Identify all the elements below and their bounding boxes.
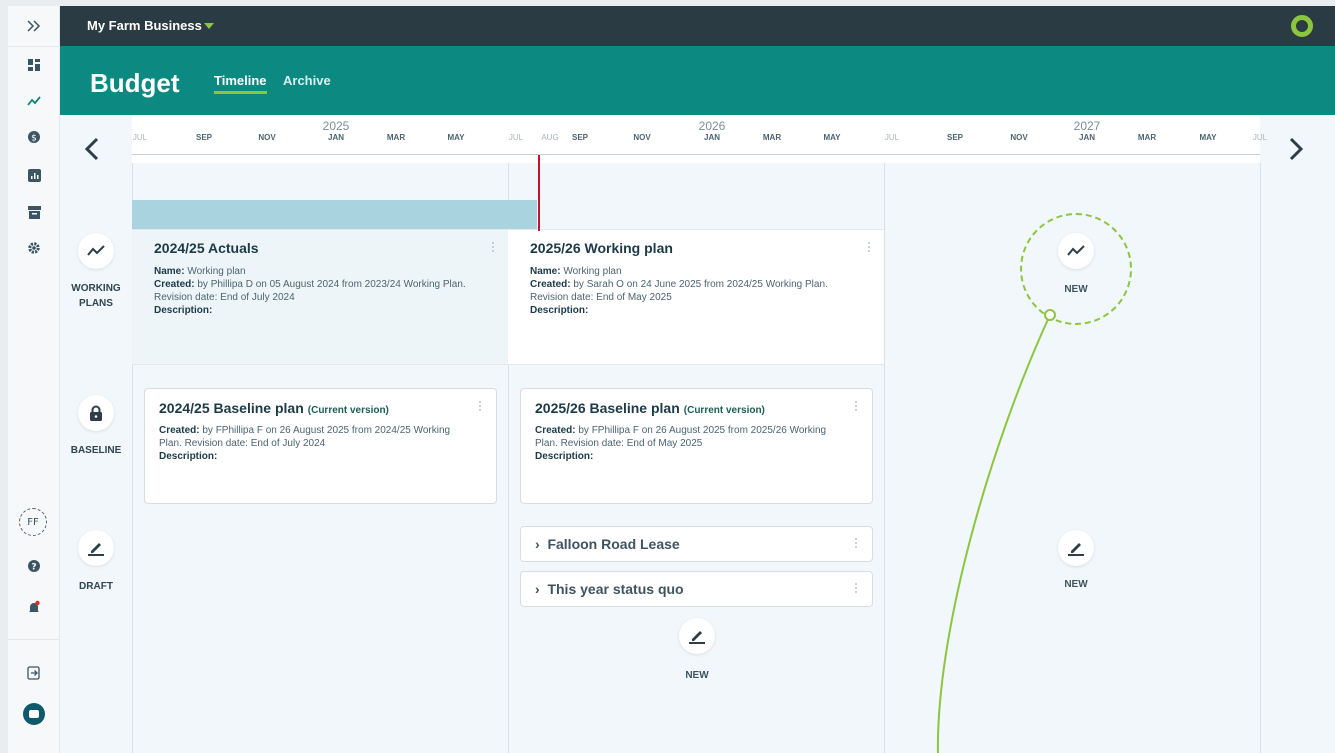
new-draft-button[interactable] <box>1058 530 1094 566</box>
brand-logo-icon <box>1291 15 1313 37</box>
new-working-plan-button[interactable] <box>1058 233 1094 269</box>
month-label: NOV <box>258 133 276 142</box>
kebab-menu-icon[interactable] <box>868 242 872 252</box>
actuals-period-bar <box>132 200 537 229</box>
month-label: MAY <box>1199 133 1217 142</box>
draft-label: › This year status quo <box>535 581 684 597</box>
draft-label: › Falloon Road Lease <box>535 536 680 552</box>
card-details: Created: by FPhillipa F on 26 August 202… <box>535 425 827 462</box>
month-label: MAR <box>1137 133 1157 142</box>
draft-item-falloon-road-lease[interactable]: › Falloon Road Lease <box>520 526 873 562</box>
month-label: AUG <box>541 133 559 142</box>
card-baseline-2425[interactable]: 2024/25 Baseline plan (Current version) C… <box>144 388 497 504</box>
gear-icon[interactable] <box>20 234 48 262</box>
dashboard-icon[interactable] <box>20 51 48 79</box>
card-title: 2024/25 Baseline plan (Current version) <box>159 400 389 416</box>
pencil-icon <box>78 530 114 566</box>
trend-icon[interactable] <box>20 87 48 115</box>
column-divider <box>1260 163 1261 753</box>
year-label: 2025 <box>322 119 350 133</box>
month-label: JUL <box>508 133 524 142</box>
month-label: JAN <box>1078 133 1096 142</box>
row-label-draft: DRAFT <box>79 581 113 592</box>
card-title: 2024/25 Actuals <box>154 240 259 256</box>
year-label: 2026 <box>698 119 726 133</box>
card-actuals[interactable]: 2024/25 Actuals Name: Working plan Creat… <box>132 229 508 365</box>
sidebar-divider <box>8 46 60 47</box>
card-details: Created: by FPhillipa F on 26 August 202… <box>159 425 451 462</box>
card-baseline-2526[interactable]: 2025/26 Baseline plan (Current version) C… <box>520 388 873 504</box>
month-label: SEP <box>571 133 589 142</box>
today-marker <box>538 155 540 231</box>
new-label: NEW <box>685 670 709 681</box>
lock-icon <box>78 395 114 431</box>
month-label: JAN <box>327 133 345 142</box>
bar-chart-icon[interactable] <box>20 161 48 189</box>
year-label: 2027 <box>1073 119 1101 133</box>
page-title: Budget <box>90 68 180 98</box>
month-label: SEP <box>195 133 213 142</box>
chat-icon[interactable] <box>23 703 45 725</box>
page-header: Budget Timeline Archive <box>60 46 1335 115</box>
kebab-menu-icon[interactable] <box>855 538 859 548</box>
card-details: Name: Working plan Created: by Sarah O o… <box>530 266 828 316</box>
timeline-ruler: 2025 2026 2027 JUL SEP NOV JAN MAR MAY J… <box>132 115 1267 163</box>
draft-item-this-year-status-quo[interactable]: › This year status quo <box>520 571 873 607</box>
card-title: 2025/26 Working plan <box>530 240 673 256</box>
next-arrow-icon[interactable] <box>1288 133 1304 167</box>
new-label: NEW <box>1064 579 1088 590</box>
month-label: JUL <box>1252 133 1268 142</box>
business-selector[interactable]: My Farm Business <box>87 18 202 33</box>
month-label: MAR <box>386 133 406 142</box>
tab-timeline[interactable]: Timeline <box>214 73 267 94</box>
chevrons-right-icon[interactable] <box>20 12 48 40</box>
month-label: JUL <box>132 133 148 142</box>
chevron-down-icon[interactable] <box>204 23 214 29</box>
row-label-baseline: BASELINE <box>70 445 122 456</box>
new-draft-button[interactable] <box>679 618 715 654</box>
kebab-menu-icon[interactable] <box>855 401 859 411</box>
month-label: MAY <box>447 133 465 142</box>
month-label: NOV <box>633 133 651 142</box>
dollar-icon[interactable]: $ <box>20 123 48 151</box>
svg-text:$: $ <box>31 134 37 144</box>
month-label: MAY <box>823 133 841 142</box>
kebab-menu-icon[interactable] <box>492 242 496 252</box>
avatar[interactable]: FF <box>19 508 47 536</box>
logout-icon[interactable] <box>20 659 48 687</box>
kebab-menu-icon[interactable] <box>479 401 483 411</box>
card-title: 2025/26 Baseline plan (Current version) <box>535 400 765 416</box>
month-label: MAR <box>762 133 782 142</box>
bell-icon[interactable] <box>20 593 48 621</box>
row-label-working-plans: WORKING PLANS <box>71 283 121 309</box>
previous-arrow-icon[interactable] <box>84 133 100 167</box>
month-label: JAN <box>703 133 721 142</box>
month-label: SEP <box>946 133 964 142</box>
archive-icon[interactable] <box>20 198 48 226</box>
app-frame: $ FF ? My Farm Business Budget Timeline … <box>8 6 1335 753</box>
help-icon[interactable]: ? <box>20 552 48 580</box>
month-label: JUL <box>884 133 900 142</box>
sidebar-divider <box>8 639 60 640</box>
svg-text:?: ? <box>31 563 36 573</box>
ruler-baseline <box>132 154 1260 155</box>
new-label: NEW <box>1064 284 1088 295</box>
kebab-menu-icon[interactable] <box>855 583 859 593</box>
top-bar: My Farm Business <box>60 6 1335 46</box>
timeline-area: 2025 2026 2027 JUL SEP NOV JAN MAR MAY J… <box>60 115 1335 753</box>
sidebar: $ FF ? <box>8 6 60 753</box>
highlight-ring <box>1020 213 1132 325</box>
month-label: NOV <box>1010 133 1028 142</box>
trend-icon <box>78 233 114 269</box>
column-divider <box>884 163 885 753</box>
card-working-plan[interactable]: 2025/26 Working plan Name: Working plan … <box>508 229 884 365</box>
tab-archive[interactable]: Archive <box>283 73 331 88</box>
card-details: Name: Working plan Created: by Phillipa … <box>154 266 466 316</box>
